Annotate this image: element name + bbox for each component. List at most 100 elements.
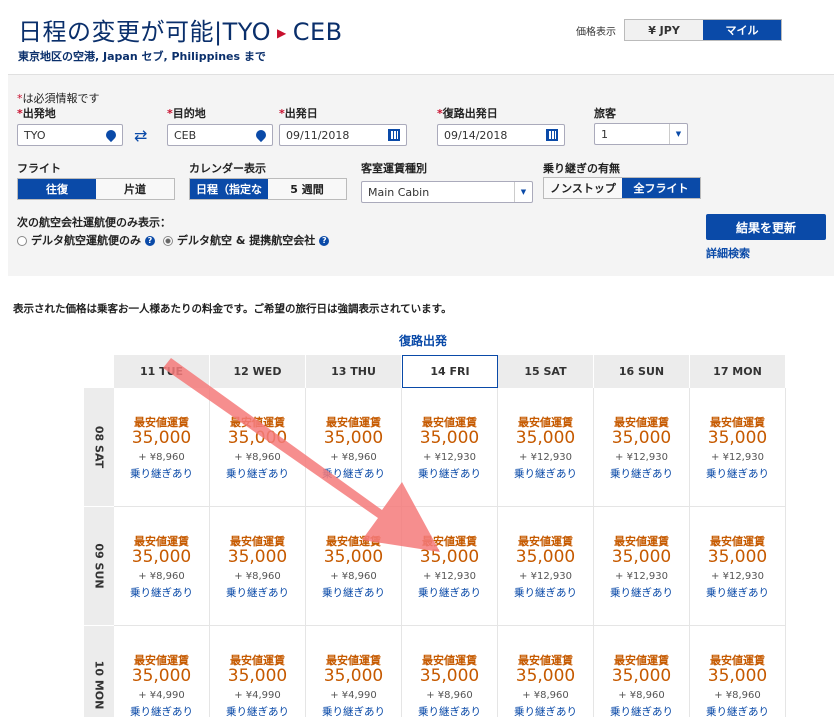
route-arrow-icon: ▶ xyxy=(276,26,287,40)
fare-cell[interactable]: 最安値運賃 35,000 + ¥4,990 乗り継ぎあり xyxy=(210,626,306,717)
chevron-down-icon: ▼ xyxy=(669,124,687,144)
passengers-label: 旅客 xyxy=(594,107,616,120)
origin-label: *出発地 xyxy=(17,107,56,120)
origin-field[interactable]: TYO xyxy=(17,124,123,146)
calendar-icon[interactable] xyxy=(388,129,400,141)
location-pin-icon xyxy=(103,127,119,143)
passengers-select[interactable]: 1 ▼ xyxy=(594,123,688,145)
fare-cell[interactable]: 最安値運賃 35,000 + ¥8,960 乗り継ぎあり xyxy=(690,626,786,717)
fare-cell[interactable]: 最安値運賃 35,000 + ¥8,960 乗り継ぎあり xyxy=(306,388,402,507)
calendar-icon[interactable] xyxy=(546,129,558,141)
carrier-filter-label: 次の航空会社運航便のみ表示： xyxy=(17,216,171,229)
connection-note: 乗り継ぎあり xyxy=(610,706,673,717)
fare-price: 35,000 xyxy=(131,547,192,567)
fare-tax: + ¥12,930 xyxy=(615,571,668,582)
carrier-option-delta-only[interactable]: デルタ航空運航便のみ? xyxy=(17,232,155,248)
radio-selected-icon[interactable] xyxy=(163,236,173,246)
all-flights-button[interactable]: 全フライト xyxy=(622,178,700,198)
help-icon[interactable]: ? xyxy=(145,236,155,246)
fare-cell[interactable]: 最安値運賃 35,000 + ¥12,930 乗り継ぎあり xyxy=(594,388,690,507)
fare-tax: + ¥4,990 xyxy=(234,690,281,701)
update-results-button[interactable]: 結果を更新 xyxy=(706,214,826,240)
required-note: *は必須情報です xyxy=(17,92,100,105)
fare-cell[interactable]: 最安値運賃 35,000 + ¥12,930 乗り継ぎあり xyxy=(498,388,594,507)
fare-price: 35,000 xyxy=(131,666,192,686)
column-header: 11 TUE xyxy=(114,355,210,388)
connection-note: 乗り継ぎあり xyxy=(226,468,289,480)
carrier-option-partners[interactable]: デルタ航空 & 提携航空会社? xyxy=(163,232,330,248)
fare-cell[interactable]: 最安値運賃 35,000 + ¥12,930 乗り継ぎあり xyxy=(594,507,690,626)
row-header-label: 08 SAT xyxy=(92,425,106,469)
connection-note: 乗り継ぎあり xyxy=(418,706,481,717)
fare-tax: + ¥12,930 xyxy=(711,452,764,463)
page-header: 日程の変更が可能|TYO ▶ CEB 東京地区の空港, Japan セブ, Phil… xyxy=(0,0,834,74)
fare-cell[interactable]: 最安値運賃 35,000 + ¥12,930 乗り継ぎあり xyxy=(690,388,786,507)
fare-cell[interactable]: 最安値運賃 35,000 + ¥8,960 乗り継ぎあり xyxy=(114,388,210,507)
fare-tax: + ¥8,960 xyxy=(714,690,761,701)
five-week-button[interactable]: 5 週間 xyxy=(268,179,346,199)
fare-cell[interactable]: 最安値運賃 35,000 + ¥12,930 乗り継ぎあり xyxy=(402,507,498,626)
row-header-label: 10 MON xyxy=(92,660,106,710)
oneway-button[interactable]: 片道 xyxy=(96,179,174,199)
fare-tax: + ¥4,990 xyxy=(330,690,377,701)
connection-note: 乗り継ぎあり xyxy=(514,468,577,480)
fare-cell[interactable]: 最安値運賃 35,000 + ¥12,930 乗り継ぎあり xyxy=(690,507,786,626)
fare-cell[interactable]: 最安値運賃 35,000 + ¥8,960 乗り継ぎあり xyxy=(594,626,690,717)
connection-note: 乗り継ぎあり xyxy=(610,468,673,480)
carrier-filter-options: デルタ航空運航便のみ? デルタ航空 & 提携航空会社? xyxy=(17,232,330,248)
fare-price: 35,000 xyxy=(611,428,672,448)
fare-cell[interactable]: 最安値運賃 35,000 + ¥4,990 乗り継ぎあり xyxy=(114,626,210,717)
fare-price: 35,000 xyxy=(131,428,192,448)
fare-cell[interactable]: 最安値運賃 35,000 + ¥8,960 乗り継ぎあり xyxy=(210,507,306,626)
fare-cell[interactable]: 最安値運賃 35,000 + ¥4,990 乗り継ぎあり xyxy=(306,626,402,717)
column-header: 16 SUN xyxy=(594,355,690,388)
fare-cell[interactable]: 最安値運賃 35,000 + ¥8,960 乗り継ぎあり xyxy=(114,507,210,626)
fare-price: 35,000 xyxy=(707,666,768,686)
fare-cell[interactable]: 最安値運賃 35,000 + ¥12,930 乗り継ぎあり xyxy=(402,388,498,507)
help-icon[interactable]: ? xyxy=(319,236,330,246)
row-header: 08 SAT xyxy=(84,388,114,507)
connection-note: 乗り継ぎあり xyxy=(418,587,481,599)
connection-note: 乗り継ぎあり xyxy=(514,587,577,599)
fare-tax: + ¥8,960 xyxy=(522,690,569,701)
radio-icon[interactable] xyxy=(17,236,27,246)
fare-price: 35,000 xyxy=(515,428,576,448)
destination-field[interactable]: CEB xyxy=(167,124,273,146)
row-header-label: 09 SUN xyxy=(92,543,106,589)
column-header: 13 THU xyxy=(306,355,402,388)
fare-cell[interactable]: 最安値運賃 35,000 + ¥8,960 乗り継ぎあり xyxy=(306,507,402,626)
roundtrip-button[interactable]: 往復 xyxy=(18,179,96,199)
swap-icon[interactable]: ⇄ xyxy=(134,126,147,145)
column-header: 14 FRI xyxy=(402,355,498,388)
return-date-label: *復路出発日 xyxy=(437,107,498,120)
title-destination: CEB xyxy=(292,18,343,46)
fare-tax: + ¥8,960 xyxy=(618,690,665,701)
fare-tax: + ¥8,960 xyxy=(234,571,281,582)
currency-jpy-button[interactable]: ¥ JPY xyxy=(625,20,703,40)
fare-price: 35,000 xyxy=(323,547,384,567)
nonstop-button[interactable]: ノンストップ xyxy=(544,178,622,198)
depart-date-field[interactable]: 09/11/2018 xyxy=(279,124,407,146)
cabin-select[interactable]: Main Cabin ▼ xyxy=(361,181,533,203)
column-header: 17 MON xyxy=(690,355,786,388)
fare-tax: + ¥8,960 xyxy=(330,571,377,582)
fare-cell[interactable]: 最安値運賃 35,000 + ¥8,960 乗り継ぎあり xyxy=(210,388,306,507)
fare-price: 35,000 xyxy=(515,666,576,686)
connection-toggle: ノンストップ 全フライト xyxy=(543,177,701,199)
fare-price: 35,000 xyxy=(419,428,480,448)
fare-cell[interactable]: 最安値運賃 35,000 + ¥8,960 乗り継ぎあり xyxy=(498,626,594,717)
currency-toggle: ¥ JPY マイル xyxy=(624,19,782,41)
flexible-dates-button[interactable]: 日程（指定な xyxy=(190,179,268,199)
currency-miles-button[interactable]: マイル xyxy=(703,20,781,40)
row-header: 09 SUN xyxy=(84,507,114,626)
advanced-search-link[interactable]: 詳細検索 xyxy=(706,245,750,261)
fare-price: 35,000 xyxy=(323,666,384,686)
return-date-field[interactable]: 09/14/2018 xyxy=(437,124,565,146)
calendar-view-label: カレンダー表示 xyxy=(189,162,266,175)
connection-note: 乗り継ぎあり xyxy=(610,587,673,599)
fare-cell[interactable]: 最安値運賃 35,000 + ¥12,930 乗り継ぎあり xyxy=(498,507,594,626)
return-departure-title: 復路出発 xyxy=(398,334,447,348)
fare-cell[interactable]: 最安値運賃 35,000 + ¥8,960 乗り継ぎあり xyxy=(402,626,498,717)
fare-price: 35,000 xyxy=(707,547,768,567)
column-header: 12 WED xyxy=(210,355,306,388)
